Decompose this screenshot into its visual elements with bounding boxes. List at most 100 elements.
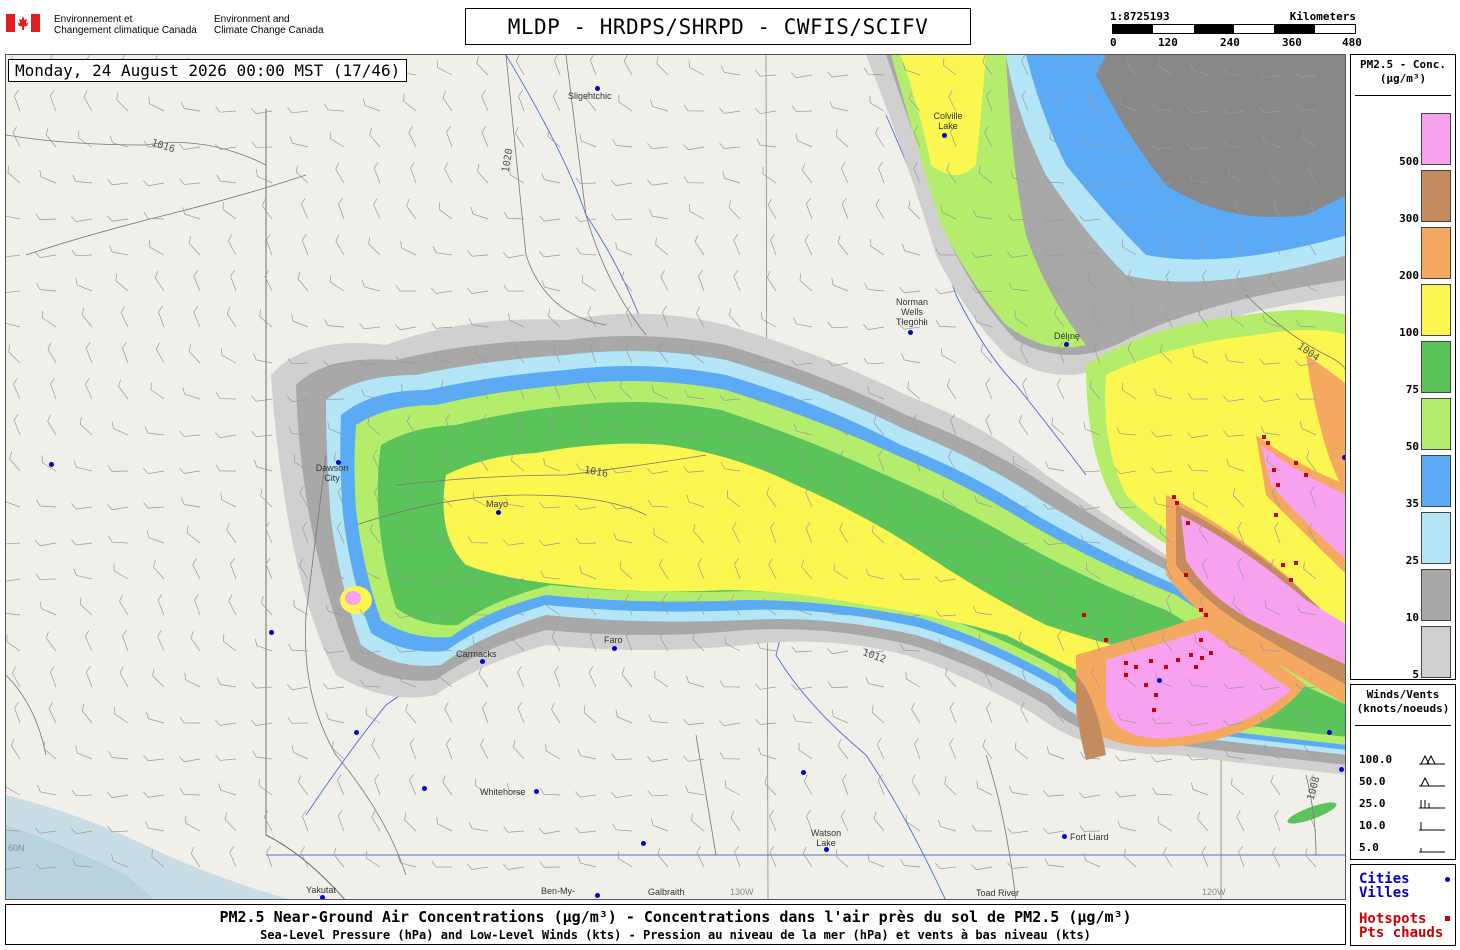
latitude-label: 60N — [8, 843, 25, 853]
legend-swatch — [1421, 284, 1451, 336]
city-label: Carmacks — [456, 649, 497, 659]
hotspot-symbol-icon — [1445, 916, 1450, 921]
city-label: Fort Liard — [1070, 832, 1109, 842]
city-label: Watson Lake — [810, 828, 842, 848]
legend-swatch-label: 25 — [1405, 554, 1419, 567]
wind-legend-row: 50.0 — [1359, 775, 1451, 789]
legend-swatch-label: 75 — [1405, 383, 1419, 396]
city-label: Délı̨nę — [1054, 331, 1081, 341]
hotspot-marker — [1164, 665, 1168, 669]
wind-legend-row: 100.0 — [1359, 753, 1451, 767]
city-dot — [320, 895, 325, 899]
legend-swatch-label: 50 — [1405, 440, 1419, 453]
city-dot — [801, 770, 806, 775]
city-dot — [49, 462, 54, 467]
wind-legend-row: 5.0 — [1359, 841, 1451, 855]
hotspots-label-fr: Pts chauds — [1359, 925, 1444, 941]
hotspot-marker — [1272, 468, 1276, 472]
wind-barb-100-icon — [1419, 754, 1445, 765]
eccc-logo: Environnement et Changement climatique C… — [6, 12, 336, 38]
city-label: Ben-My- — [541, 886, 576, 896]
scale-tick: 0 — [1110, 36, 1117, 49]
city-dot — [496, 510, 501, 515]
legend-swatch-label: 35 — [1405, 497, 1419, 510]
hotspot-marker — [1199, 638, 1203, 642]
scale-ratio: 1:8725193 — [1110, 10, 1170, 23]
hotspot-marker — [1144, 683, 1148, 687]
legend-swatch — [1421, 512, 1451, 564]
city-dot — [1327, 730, 1332, 735]
longitude-label: 130W — [730, 887, 754, 897]
wind-legend-title: Winds/Vents — [1366, 688, 1440, 701]
scale-tick: 360 — [1282, 36, 1302, 49]
wind-legend: Winds/Vents (knots/noeuds) 100.0 50.0 25… — [1350, 684, 1456, 860]
city-label: Galbraith — [648, 887, 685, 897]
hotspot-marker — [1082, 613, 1086, 617]
symbols-legend: Cities Villes Hotspots Pts chauds — [1350, 864, 1456, 946]
legend-swatch-label: 10 — [1405, 611, 1419, 624]
legend-swatch — [1421, 455, 1451, 507]
hotspot-marker — [1149, 659, 1153, 663]
legend-swatch-label: 200 — [1399, 269, 1419, 282]
hotspot-marker — [1294, 461, 1298, 465]
wind-legend-row: 10.0 — [1359, 819, 1451, 833]
legend-unit: (µg/m³) — [1379, 72, 1427, 85]
cities-label-fr: Villes — [1359, 885, 1410, 901]
agency-name-fr: Environnement et Changement climatique C… — [54, 14, 197, 36]
legend-swatch — [1421, 341, 1451, 393]
hotspot-marker — [1186, 521, 1190, 525]
city-label: Mayo — [486, 499, 509, 509]
hotspot-marker — [1304, 473, 1308, 477]
hotspot-marker — [1184, 573, 1188, 577]
hotspot-marker — [1274, 513, 1278, 517]
city-dot — [1157, 678, 1162, 683]
city-dot — [422, 786, 427, 791]
wind-barb-10-icon — [1419, 822, 1445, 831]
wind-barb-25-icon — [1419, 800, 1445, 809]
legend-swatch-label: 500 — [1399, 155, 1419, 168]
wind-legend-unit: (knots/noeuds) — [1356, 702, 1450, 715]
city-dot — [908, 330, 913, 335]
hotspot-marker — [1266, 441, 1270, 445]
city-dot — [641, 841, 646, 846]
legend-swatch — [1421, 113, 1451, 165]
canada-flag-icon — [6, 14, 40, 32]
hotspot-marker — [1204, 613, 1208, 617]
hotspot-marker — [1124, 661, 1128, 665]
city-dot — [942, 133, 947, 138]
city-label: Yakutat — [306, 885, 336, 895]
map-canvas — [6, 55, 1345, 899]
hotspot-marker — [1124, 673, 1128, 677]
valid-datetime: Monday, 24 August 2026 00:00 MST (17/46) — [8, 59, 408, 82]
hotspot-marker — [1152, 708, 1156, 712]
hotspot-marker — [1175, 501, 1179, 505]
hotspot-marker — [1209, 651, 1213, 655]
legend-swatch-label: 5 — [1412, 668, 1419, 681]
legend-title: PM2.5 - Conc. — [1359, 58, 1447, 71]
city-label: Whitehorse — [480, 787, 526, 797]
legend-swatch — [1421, 227, 1451, 279]
hotspot-marker — [1194, 665, 1198, 669]
legend-swatch-label: 100 — [1399, 326, 1419, 339]
legend-swatch — [1421, 398, 1451, 450]
city-label: Dawson City — [315, 463, 349, 483]
city-label: Sligehtchic — [568, 91, 612, 101]
city-dot — [1062, 834, 1067, 839]
wind-barb-5-icon — [1419, 848, 1445, 853]
city-dot — [480, 659, 485, 664]
hotspot-marker — [1294, 561, 1298, 565]
city-label: Toad River — [976, 888, 1020, 898]
city-dot — [1064, 342, 1069, 347]
city-label: Colville Lake — [933, 111, 963, 131]
legend-swatch — [1421, 626, 1451, 678]
scale-tick: 120 — [1158, 36, 1178, 49]
legend-swatch — [1421, 569, 1451, 621]
hotspot-marker — [1134, 665, 1138, 669]
scale-tick: 480 — [1342, 36, 1362, 49]
caption-line-1: PM2.5 Near-Ground Air Concentrations (µg… — [219, 908, 1132, 926]
hotspot-marker — [1289, 578, 1293, 582]
product-title: MLDP - HRDPS/SHRPD - CWFIS/SCIFV — [465, 8, 971, 45]
map-panel[interactable]: Sligehtchic Colville Lake Norman Wells T… — [5, 54, 1346, 900]
scale-bar: 1:8725193 Kilometers 0 120 240 360 480 — [1110, 10, 1362, 50]
city-label: Faro — [604, 635, 623, 645]
